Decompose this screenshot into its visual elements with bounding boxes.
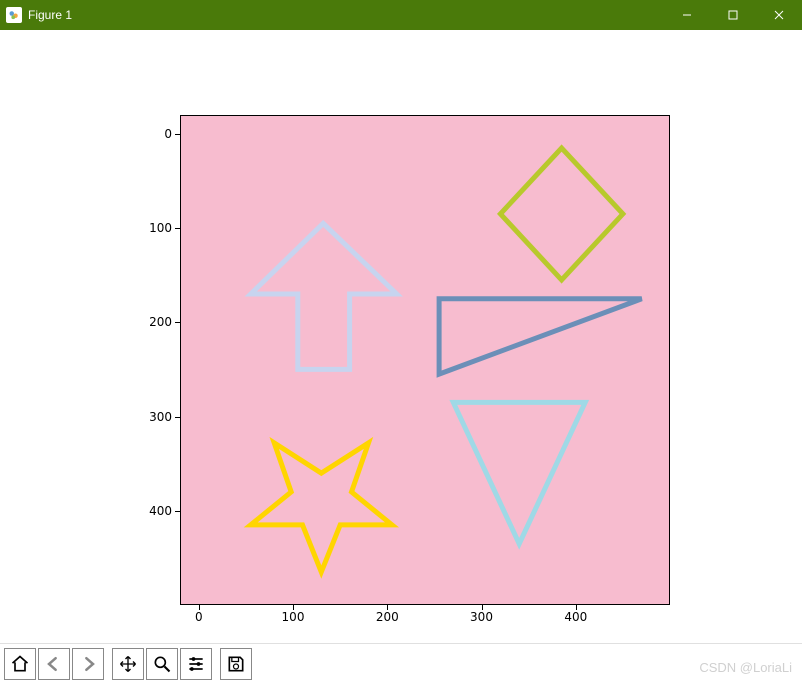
x-tick-label: 100 (273, 610, 313, 624)
star-shape (251, 443, 392, 572)
window-title: Figure 1 (28, 8, 72, 22)
matplotlib-toolbar: CSDN @LoriaLi (0, 643, 802, 683)
x-tick-label: 0 (179, 610, 219, 624)
y-tick-label: 300 (132, 410, 172, 424)
y-tick-label: 100 (132, 221, 172, 235)
forward-button[interactable] (72, 648, 104, 680)
minimize-button[interactable] (664, 0, 710, 30)
x-tick-label: 300 (462, 610, 502, 624)
app-icon (6, 7, 22, 23)
watermark: CSDN @LoriaLi (699, 660, 792, 675)
close-button[interactable] (756, 0, 802, 30)
configure-button[interactable] (180, 648, 212, 680)
y-tick-label: 200 (132, 315, 172, 329)
figure-canvas[interactable]: 0 100 200 300 400 0 100 200 300 400 (0, 30, 802, 643)
save-button[interactable] (220, 648, 252, 680)
y-tick-label: 0 (132, 127, 172, 141)
pan-button[interactable] (112, 648, 144, 680)
maximize-button[interactable] (710, 0, 756, 30)
triangle-isoceles-shape (453, 402, 585, 543)
zoom-button[interactable] (146, 648, 178, 680)
diamond-shape (500, 148, 623, 280)
y-tick-label: 400 (132, 504, 172, 518)
x-tick-label: 400 (556, 610, 596, 624)
x-tick-label: 200 (367, 610, 407, 624)
arrow-down-shape (251, 223, 397, 369)
triangle-right-shape (439, 299, 642, 374)
back-button[interactable] (38, 648, 70, 680)
window-titlebar: Figure 1 (0, 0, 802, 30)
plot-shapes (180, 115, 670, 605)
home-button[interactable] (4, 648, 36, 680)
axes: 0 100 200 300 400 0 100 200 300 400 (180, 115, 670, 605)
